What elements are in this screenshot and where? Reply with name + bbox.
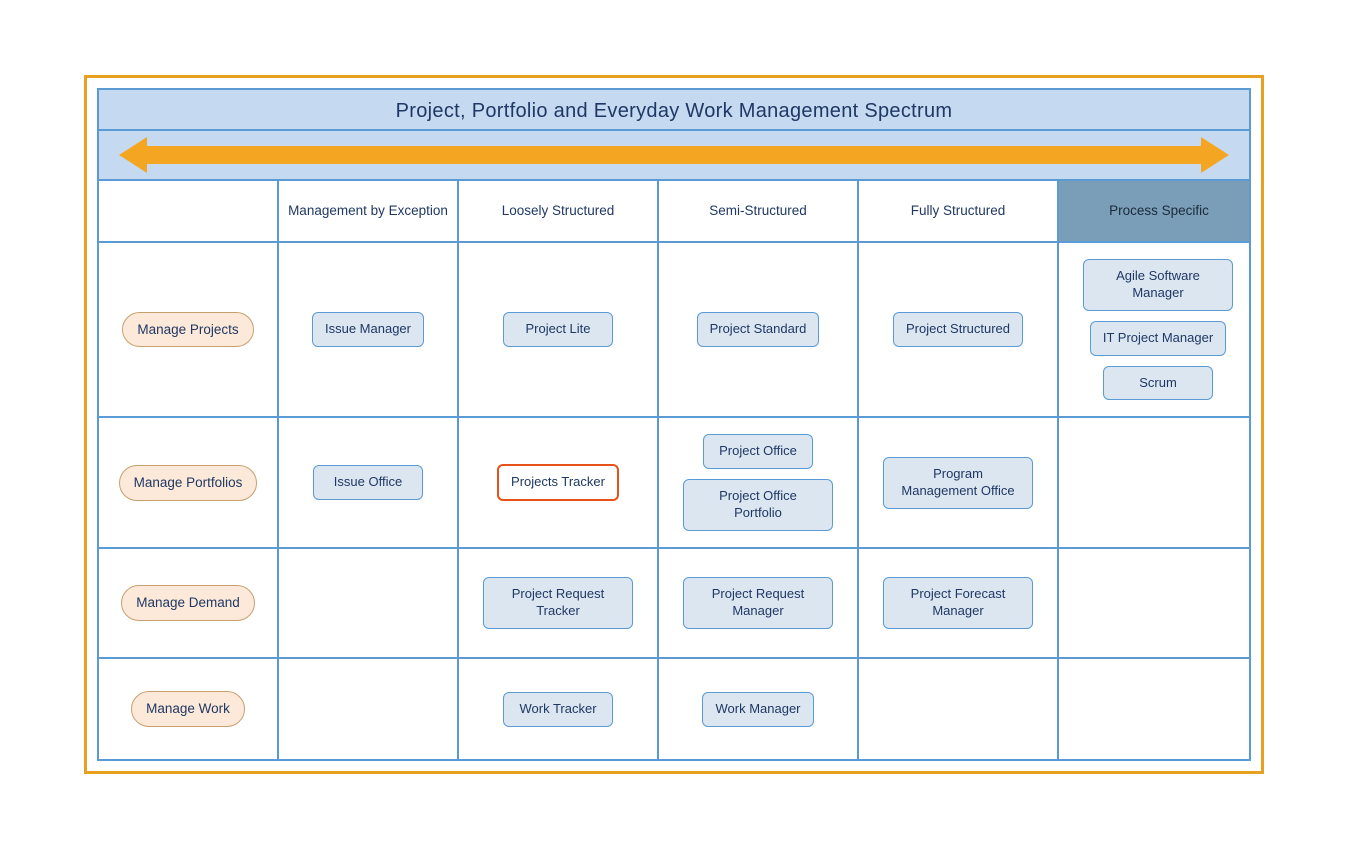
product-project-lite[interactable]: Project Lite	[503, 312, 613, 347]
row-label-manage-demand: Manage Demand	[99, 549, 279, 659]
cell-portfolios-mgmt-exception: Issue Office	[279, 418, 459, 549]
col-header-loosely-structured: Loosely Structured	[459, 181, 659, 241]
cell-demand-semi: Project Request Manager	[659, 549, 859, 659]
col-header-semi-structured: Semi-Structured	[659, 181, 859, 241]
cell-projects-semi: Project Standard	[659, 243, 859, 419]
row-tag-manage-demand: Manage Demand	[121, 585, 255, 621]
cell-work-mgmt-exception	[279, 659, 459, 759]
product-issue-manager[interactable]: Issue Manager	[312, 312, 424, 347]
product-project-request-tracker[interactable]: Project Request Tracker	[483, 577, 633, 629]
cell-portfolios-semi: Project Office Project Office Portfolio	[659, 418, 859, 549]
header-section: Project, Portfolio and Everyday Work Man…	[99, 90, 1249, 131]
cell-projects-fully: Project Structured	[859, 243, 1059, 419]
row-label-manage-portfolios: Manage Portfolios	[99, 418, 279, 549]
product-project-structured[interactable]: Project Structured	[893, 312, 1023, 347]
arrow-right-icon	[1201, 137, 1229, 173]
cell-work-process	[1059, 659, 1251, 759]
product-project-request-manager[interactable]: Project Request Manager	[683, 577, 833, 629]
col-header-process-specific: Process Specific	[1059, 181, 1251, 241]
product-work-tracker[interactable]: Work Tracker	[503, 692, 613, 727]
cell-demand-process	[1059, 549, 1251, 659]
header-title: Project, Portfolio and Everyday Work Man…	[99, 100, 1249, 123]
cell-demand-loosely: Project Request Tracker	[459, 549, 659, 659]
arrow-body	[147, 146, 1201, 164]
cell-demand-fully: Project Forecast Manager	[859, 549, 1059, 659]
row-label-manage-work: Manage Work	[99, 659, 279, 759]
product-project-office[interactable]: Project Office	[703, 434, 813, 469]
row-label-manage-projects: Manage Projects	[99, 243, 279, 419]
cell-work-fully	[859, 659, 1059, 759]
product-project-standard[interactable]: Project Standard	[697, 312, 820, 347]
product-agile-software-manager[interactable]: Agile Software Manager	[1083, 259, 1233, 311]
cell-portfolios-fully: Program Management Office	[859, 418, 1059, 549]
grid-body: Manage Projects Issue Manager Project Li…	[99, 243, 1249, 759]
product-project-forecast-manager[interactable]: Project Forecast Manager	[883, 577, 1033, 629]
col-header-empty	[99, 181, 279, 241]
cell-work-loosely: Work Tracker	[459, 659, 659, 759]
cell-portfolios-process	[1059, 418, 1251, 549]
cell-projects-process: Agile Software Manager IT Project Manage…	[1059, 243, 1251, 419]
product-issue-office[interactable]: Issue Office	[313, 465, 423, 500]
product-projects-tracker[interactable]: Projects Tracker	[497, 464, 619, 501]
outer-border: Project, Portfolio and Everyday Work Man…	[84, 75, 1264, 774]
cell-projects-mgmt-exception: Issue Manager	[279, 243, 459, 419]
product-scrum[interactable]: Scrum	[1103, 366, 1213, 401]
row-tag-manage-work: Manage Work	[131, 691, 245, 727]
product-it-project-manager[interactable]: IT Project Manager	[1090, 321, 1226, 356]
cell-portfolios-loosely: Projects Tracker	[459, 418, 659, 549]
arrow-left-icon	[119, 137, 147, 173]
cell-projects-loosely: Project Lite	[459, 243, 659, 419]
cell-work-semi: Work Manager	[659, 659, 859, 759]
product-project-office-portfolio[interactable]: Project Office Portfolio	[683, 479, 833, 531]
cell-demand-mgmt-exception	[279, 549, 459, 659]
product-work-manager[interactable]: Work Manager	[702, 692, 813, 727]
row-tag-manage-portfolios: Manage Portfolios	[119, 465, 258, 501]
column-headers-row: Management by Exception Loosely Structur…	[99, 181, 1249, 243]
col-header-mgmt-exception: Management by Exception	[279, 181, 459, 241]
diagram-container: Project, Portfolio and Everyday Work Man…	[97, 88, 1251, 761]
arrow-row	[99, 131, 1249, 181]
product-program-management-office[interactable]: Program Management Office	[883, 457, 1033, 509]
row-tag-manage-projects: Manage Projects	[122, 312, 253, 348]
col-header-fully-structured: Fully Structured	[859, 181, 1059, 241]
